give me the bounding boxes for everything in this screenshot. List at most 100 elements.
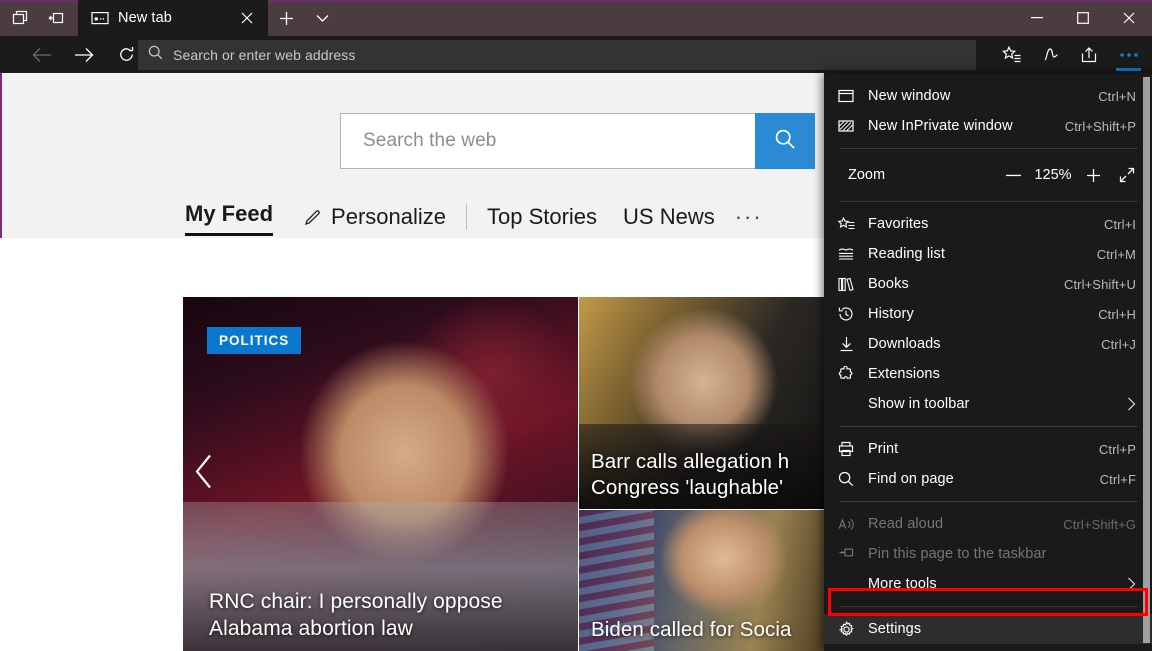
menu-item-new-window[interactable]: New window Ctrl+N: [824, 81, 1152, 111]
menu-zoom-row: Zoom 125%: [824, 156, 1152, 194]
category-badge: POLITICS: [207, 327, 301, 354]
menu-scrollbar-thumb[interactable]: [1143, 77, 1150, 643]
window-controls: [1014, 0, 1152, 36]
menu-item-accel: Ctrl+J: [1101, 337, 1136, 352]
feed-tabs: My Feed Personalize Top Stories US News …: [185, 193, 763, 241]
downloads-icon: [824, 336, 868, 352]
favorites-hub-icon[interactable]: [992, 36, 1031, 73]
menu-item-extensions[interactable]: Extensions: [824, 359, 1152, 389]
news-card-secondary[interactable]: Barr calls allegation h Congress 'laugha…: [579, 297, 828, 509]
address-bar[interactable]: Search or enter web address: [138, 40, 976, 70]
search-icon: [148, 45, 163, 65]
menu-separator: [840, 148, 1138, 149]
menu-separator: [840, 501, 1138, 502]
menu-item-books[interactable]: Books Ctrl+Shift+U: [824, 269, 1152, 299]
menu-item-new-inprivate-window[interactable]: New InPrivate window Ctrl+Shift+P: [824, 111, 1152, 141]
news-card-title: RNC chair: I personally oppose Alabama a…: [183, 579, 578, 651]
search-input[interactable]: Search the web: [340, 113, 755, 169]
share-icon[interactable]: [1070, 36, 1109, 73]
browser-toolbar-right: [992, 36, 1148, 73]
gear-icon: [824, 621, 868, 638]
news-card-primary[interactable]: POLITICS RNC chair: I personally oppose …: [183, 297, 578, 651]
menu-item-history[interactable]: History Ctrl+H: [824, 299, 1152, 329]
menu-item-label: Reading list: [868, 246, 1097, 262]
menu-item-label: Extensions: [868, 366, 1136, 382]
web-search-row: Search the web: [340, 113, 815, 169]
menu-item-label: Pin this page to the taskbar: [868, 546, 1136, 562]
active-tab-underline: [185, 233, 273, 236]
reading-list-icon: [824, 247, 868, 261]
chevron-right-icon: [1127, 397, 1136, 411]
pencil-icon[interactable]: [303, 208, 322, 227]
feed-tabs-overflow-icon[interactable]: ···: [735, 204, 763, 230]
menu-item-label: Show in toolbar: [824, 396, 1127, 412]
favorites-icon: [824, 217, 868, 232]
tab-top-stories-label: Top Stories: [487, 204, 597, 229]
navigation-bar: Search or enter web address: [0, 36, 1152, 73]
menu-item-accel: Ctrl+I: [1104, 217, 1136, 232]
address-input[interactable]: Search or enter web address: [173, 47, 355, 63]
pin-icon: [824, 547, 868, 561]
menu-item-accel: Ctrl+F: [1100, 472, 1136, 487]
tab-personalize[interactable]: Personalize: [331, 204, 446, 230]
menu-item-label: Books: [868, 276, 1064, 292]
menu-item-label: More tools: [824, 576, 1127, 592]
print-icon: [824, 441, 868, 457]
inprivate-window-icon: [824, 118, 868, 134]
search-input-placeholder: Search the web: [363, 130, 496, 152]
extensions-icon: [824, 366, 868, 382]
menu-item-find-on-page[interactable]: Find on page Ctrl+F: [824, 464, 1152, 494]
browser-tab[interactable]: New tab: [78, 0, 268, 36]
fullscreen-icon[interactable]: [1110, 158, 1144, 192]
close-icon[interactable]: [236, 7, 258, 29]
tab-top-stories[interactable]: Top Stories: [487, 204, 597, 230]
menu-item-accel: Ctrl+Shift+U: [1064, 277, 1136, 292]
zoom-in-button[interactable]: [1076, 158, 1110, 192]
menu-item-print[interactable]: Print Ctrl+P: [824, 434, 1152, 464]
feed-tab-divider: [466, 204, 467, 230]
menu-item-pin-to-taskbar: Pin this page to the taskbar: [824, 539, 1152, 569]
chevron-down-icon[interactable]: [304, 0, 340, 36]
menu-item-reading-list[interactable]: Reading list Ctrl+M: [824, 239, 1152, 269]
settings-and-more-button[interactable]: [1109, 36, 1148, 73]
close-window-button[interactable]: [1106, 0, 1152, 36]
browser-window: New tab: [0, 0, 1152, 651]
tab-title: New tab: [118, 10, 227, 26]
minimize-button[interactable]: [1014, 0, 1060, 36]
new-tab-button[interactable]: [268, 0, 304, 36]
menu-item-accel: Ctrl+H: [1098, 307, 1136, 322]
search-submit-button[interactable]: [755, 113, 815, 169]
menu-item-accel: Ctrl+Shift+G: [1063, 517, 1136, 532]
tab-my-feed[interactable]: My Feed: [185, 201, 273, 233]
web-notes-icon[interactable]: [1031, 36, 1070, 73]
menu-separator: [840, 606, 1138, 607]
menu-item-accel: Ctrl+P: [1099, 442, 1136, 457]
menu-item-settings[interactable]: Settings: [824, 614, 1152, 644]
zoom-out-button[interactable]: [996, 158, 1030, 192]
menu-item-label: Print: [868, 441, 1099, 457]
zoom-label: Zoom: [824, 167, 996, 183]
tab-preview-icon[interactable]: [2, 0, 38, 36]
maximize-button[interactable]: [1060, 0, 1106, 36]
active-menu-indicator: [1116, 68, 1141, 71]
menu-item-favorites[interactable]: Favorites Ctrl+I: [824, 209, 1152, 239]
menu-item-downloads[interactable]: Downloads Ctrl+J: [824, 329, 1152, 359]
menu-item-label: Downloads: [868, 336, 1101, 352]
menu-item-label: New InPrivate window: [868, 118, 1065, 134]
read-aloud-icon: [824, 517, 868, 532]
back-button[interactable]: [22, 36, 62, 73]
menu-item-label: Read aloud: [868, 516, 1063, 532]
tab-us-news[interactable]: US News: [623, 204, 715, 230]
menu-separator: [840, 201, 1138, 202]
set-tabs-aside-icon[interactable]: [38, 0, 74, 36]
chevron-left-icon[interactable]: [193, 453, 215, 496]
menu-item-label: Settings: [868, 621, 1136, 637]
menu-item-show-in-toolbar[interactable]: Show in toolbar: [824, 389, 1152, 419]
news-card-grid: POLITICS RNC chair: I personally oppose …: [183, 297, 828, 651]
newtab-favicon-icon: [91, 11, 109, 25]
news-card-tertiary[interactable]: Biden called for Socia: [579, 510, 828, 651]
forward-button[interactable]: [64, 36, 104, 73]
news-card-title: Barr calls allegation h Congress 'laugha…: [579, 439, 828, 509]
menu-item-accel: Ctrl+M: [1097, 247, 1136, 262]
menu-item-more-tools[interactable]: More tools: [824, 569, 1152, 599]
